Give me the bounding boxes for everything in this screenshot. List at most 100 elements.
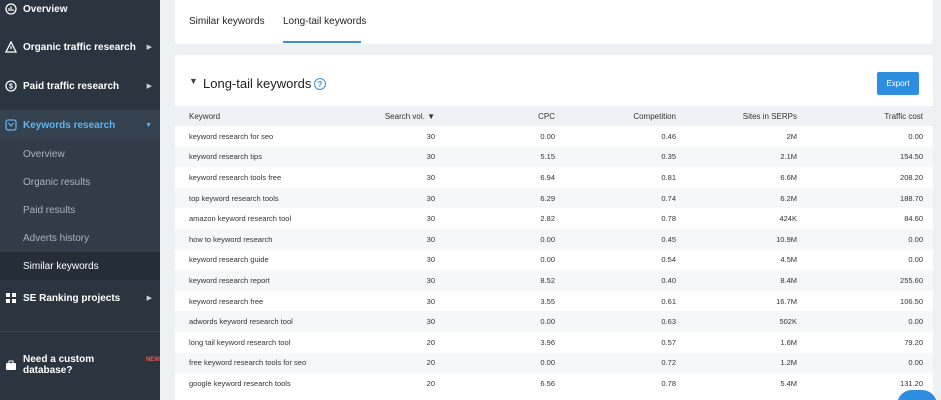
column-header-search-volume[interactable]: Search vol. ▼ [340, 106, 445, 126]
collapse-arrow-icon[interactable]: ▼ [189, 76, 198, 86]
tab-similar-keywords[interactable]: Similar keywords [189, 16, 265, 27]
table-row[interactable]: keyword research free 30 3.55 0.61 16.7M 106.… [175, 291, 933, 312]
cpc-cell: 3.55 [540, 296, 555, 306]
column-header-competition[interactable]: Competition [565, 106, 686, 126]
active-tab-indicator [283, 41, 361, 43]
sidebar-subitem-similar-keywords[interactable]: Similar keywords [0, 252, 160, 280]
keyword-cell[interactable]: amazon keyword research tool [175, 208, 340, 229]
sidebar-subitem-organic-results[interactable]: Organic results [0, 168, 160, 196]
dollar-circle-icon: $ [5, 80, 17, 92]
cpc-cell: 0.00 [540, 234, 555, 244]
sidebar-item-se-ranking-projects[interactable]: SE Ranking projects ▶ [0, 283, 160, 313]
competition-cell: 0.63 [661, 317, 676, 327]
traffic-cost-cell: 0.00 [908, 255, 923, 265]
keyword-cell[interactable]: how to keyword research [175, 229, 340, 250]
column-header-sites-in-serps[interactable]: Sites in SERPs [686, 106, 807, 126]
sidebar-item-label: Keywords research [23, 119, 116, 131]
keyword-cell[interactable]: keyword research for seo [175, 126, 340, 147]
table-row[interactable]: keyword research guide 30 0.00 0.54 4.5M 0.00 [175, 250, 933, 271]
sites-in-serps-cell: 8.4M [780, 275, 797, 285]
table-row[interactable]: google keyword research tools 20 6.56 0.78 5… [175, 373, 933, 394]
table-header-row: Keyword Search vol. ▼ CPC Competition Si… [175, 106, 933, 126]
table-row[interactable]: keyword research tips 30 5.15 0.35 2.1M 154.5… [175, 146, 933, 168]
traffic-cost-cell: 255.60 [900, 275, 923, 285]
keyword-cell[interactable]: free keyword research tools for seo [175, 353, 340, 374]
keyword-cell[interactable]: keyword research free [175, 291, 340, 312]
new-badge: NEW [146, 357, 160, 363]
table-row[interactable]: keyword research for seo 30 0.00 0.46 2M 0.00 [175, 126, 933, 147]
sidebar-item-label: Overview [23, 3, 68, 15]
sites-in-serps-cell: 1.2M [780, 358, 797, 368]
table-body: keyword research for seo 30 0.00 0.46 2M 0.00… [175, 126, 933, 394]
cpc-cell: 2.82 [540, 214, 555, 224]
traffic-cost-cell: 188.70 [900, 193, 923, 203]
tab-long-tail-keywords[interactable]: Long-tail keywords [283, 16, 366, 27]
search-volume-cell: 30 [426, 296, 435, 306]
sites-in-serps-cell: 1.6M [780, 337, 797, 347]
keyword-cell[interactable]: google keyword research tools [175, 373, 340, 394]
competition-cell: 0.78 [661, 378, 676, 388]
table-row[interactable]: keyword research tools free 30 6.94 0.81 6.6… [175, 167, 933, 188]
cpc-cell: 6.94 [540, 172, 555, 182]
competition-cell: 0.61 [661, 296, 676, 306]
sidebar-subitem-label: Overview [23, 148, 65, 160]
sidebar-item-keywords-research[interactable]: Keywords research ▼ [0, 110, 160, 140]
keyword-cell[interactable]: keyword research report [175, 270, 340, 291]
sites-in-serps-cell: 2M [786, 131, 797, 141]
keyword-cell[interactable]: keyword research tips [175, 147, 340, 168]
table-row[interactable]: adwords keyword research tool 30 0.00 0.63 5… [175, 311, 933, 332]
sidebar-item-overview[interactable]: Overview [0, 0, 160, 24]
section-title: Long-tail keywords [203, 76, 312, 91]
table-row[interactable]: long tail keyword research tool 20 3.96 0.5… [175, 332, 933, 353]
keyword-cell[interactable]: long tail keyword research tool [175, 332, 340, 353]
search-volume-cell: 30 [426, 172, 435, 182]
sites-in-serps-cell: 4.5M [780, 255, 797, 265]
keyword-cell[interactable]: adwords keyword research tool [175, 311, 340, 332]
competition-cell: 0.46 [661, 131, 676, 141]
gauge-icon [5, 3, 17, 15]
table-row[interactable]: amazon keyword research tool 30 2.82 0.78 42… [175, 208, 933, 229]
column-header-traffic-cost[interactable]: Traffic cost [807, 106, 933, 126]
column-header-keyword[interactable]: Keyword [175, 106, 340, 126]
table-row[interactable]: top keyword research tools 30 6.29 0.74 6.2M… [175, 187, 933, 209]
search-volume-cell: 30 [426, 255, 435, 265]
table-row[interactable]: free keyword research tools for seo 20 0.0… [175, 352, 933, 374]
keyword-cell[interactable]: keyword research guide [175, 250, 340, 271]
cpc-cell: 6.29 [540, 193, 555, 203]
help-icon[interactable]: ? [314, 78, 326, 90]
chevron-right-icon: ▶ [146, 295, 152, 302]
traffic-cost-cell: 0.00 [908, 317, 923, 327]
competition-cell: 0.40 [661, 275, 676, 285]
competition-cell: 0.45 [661, 234, 676, 244]
sidebar-subitem-paid-results[interactable]: Paid results [0, 196, 160, 224]
search-volume-cell: 20 [426, 337, 435, 347]
chevron-right-icon: ▶ [146, 44, 152, 51]
grid-icon [5, 292, 17, 304]
traffic-cost-cell: 106.50 [900, 296, 923, 306]
traffic-cost-cell: 0.00 [908, 358, 923, 368]
sidebar-subitem-adverts-history[interactable]: Adverts history [0, 224, 160, 252]
competition-cell: 0.74 [661, 193, 676, 203]
cpc-cell: 0.00 [540, 255, 555, 265]
keyword-cell[interactable]: keyword research tools free [175, 167, 340, 188]
custom-database-link[interactable]: Need a custom database? NEW [0, 350, 160, 380]
traffic-cost-cell: 0.00 [908, 234, 923, 244]
sidebar-subitem-label: Paid results [23, 204, 76, 216]
sidebar-item-paid-traffic[interactable]: $ Paid traffic research ▶ [0, 71, 160, 101]
export-button[interactable]: Export [877, 72, 919, 95]
section-header: ▼ Long-tail keywords ? Export [175, 55, 933, 105]
sidebar: Overview Organic traffic research ▶ $ Pa… [0, 0, 160, 400]
cpc-cell: 8.52 [540, 275, 555, 285]
column-header-cpc[interactable]: CPC [445, 106, 565, 126]
search-volume-cell: 30 [426, 131, 435, 141]
sidebar-subitem-overview[interactable]: Overview [0, 140, 160, 168]
keyword-cell[interactable]: top keyword research tools [175, 188, 340, 209]
briefcase-icon [5, 359, 17, 371]
search-volume-cell: 30 [426, 193, 435, 203]
table-row[interactable]: keyword research report 30 8.52 0.40 8.4M 255… [175, 270, 933, 291]
traffic-cost-cell: 0.00 [908, 131, 923, 141]
chevron-right-icon: ▶ [146, 83, 152, 90]
cpc-cell: 0.00 [540, 358, 555, 368]
table-row[interactable]: how to keyword research 30 0.00 0.45 10.9M 0.… [175, 228, 933, 250]
sidebar-item-organic-traffic[interactable]: Organic traffic research ▶ [0, 32, 160, 62]
